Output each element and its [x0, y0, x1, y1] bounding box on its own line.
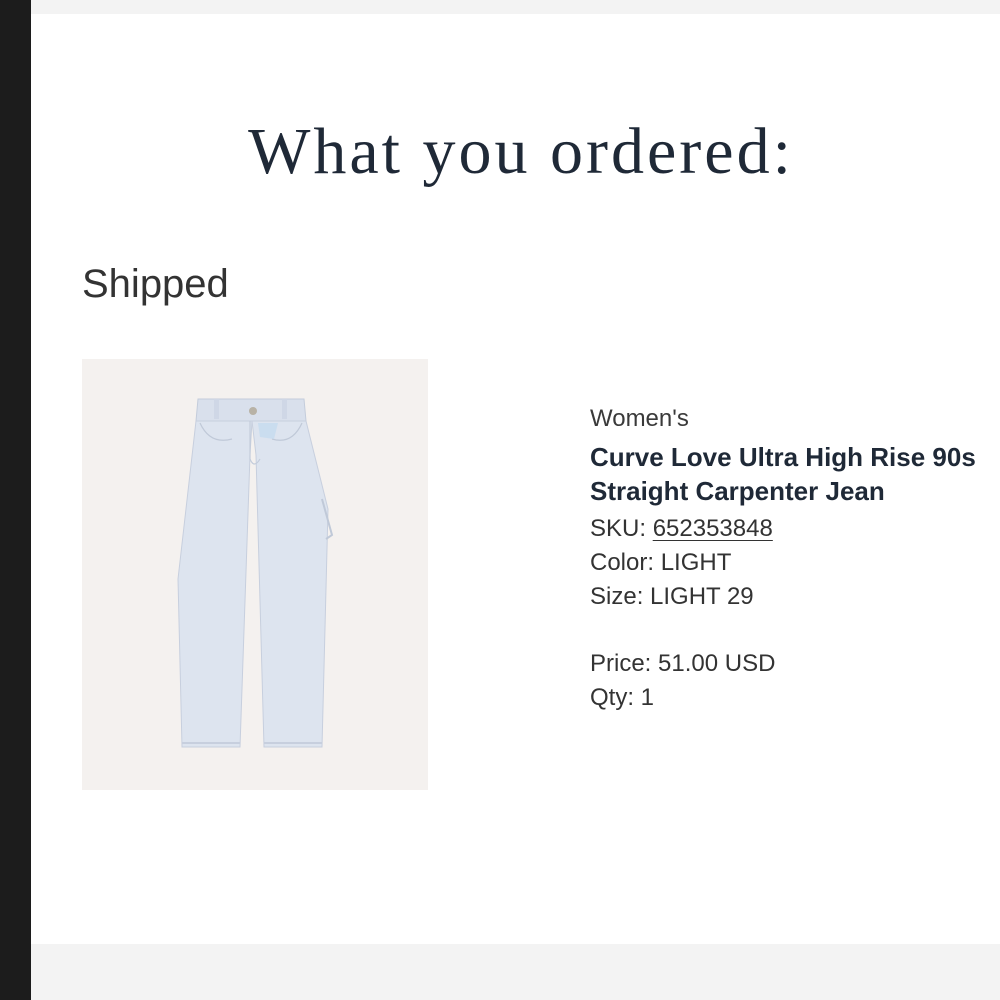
qty-line: Qty: 1 [590, 681, 995, 715]
left-dark-edge [0, 0, 31, 1000]
page-heading: What you ordered: [248, 115, 794, 188]
qty-label: Qty: [590, 684, 641, 711]
size-label: Size: [590, 583, 651, 610]
sku-line: SKU: 652353848 [590, 512, 995, 546]
order-card: What you ordered: Shipped Women's Curve … [31, 14, 1000, 944]
product-image[interactable] [82, 359, 428, 790]
price-value: 51.00 USD [658, 650, 776, 677]
sku-label: SKU: [590, 515, 653, 542]
shipment-status: Shipped [82, 262, 229, 306]
price-line: Price: 51.00 USD [590, 647, 995, 681]
product-name-link[interactable]: Curve Love Ultra High Rise 90s Straight … [590, 440, 995, 508]
size-value: LIGHT 29 [650, 583, 754, 610]
bottom-band [31, 944, 1000, 1000]
sku-link[interactable]: 652353848 [653, 515, 773, 542]
product-details: Women's Curve Love Ultra High Rise 90s S… [590, 404, 995, 715]
color-line: Color: LIGHT [590, 546, 995, 580]
color-label: Color: [590, 549, 661, 576]
qty-value: 1 [640, 684, 655, 711]
product-category: Women's [590, 405, 689, 432]
size-line: Size: LIGHT 29 [590, 580, 995, 614]
jeans-icon [177, 398, 334, 748]
price-label: Price: [590, 650, 659, 677]
color-value: LIGHT [660, 549, 732, 576]
top-band [31, 0, 1000, 14]
